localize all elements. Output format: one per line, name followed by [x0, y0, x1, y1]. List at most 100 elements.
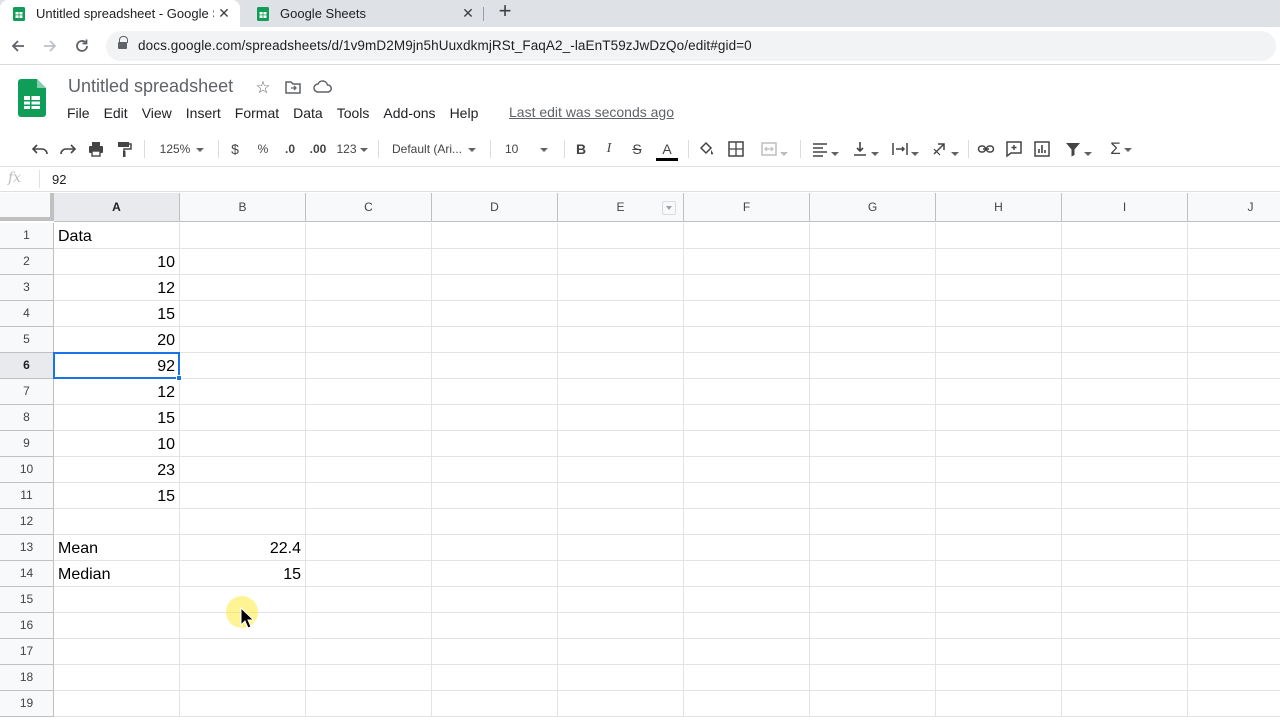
filter-icon[interactable]	[1058, 137, 1098, 161]
cell-g11[interactable]	[810, 483, 936, 509]
cell-j12[interactable]	[1188, 509, 1280, 535]
cell-d9[interactable]	[432, 431, 558, 457]
cell-f14[interactable]	[684, 561, 810, 587]
increase-decimal-button[interactable]: .00	[306, 137, 330, 161]
document-title[interactable]: Untitled spreadsheet	[68, 76, 233, 97]
cell-i12[interactable]	[1062, 509, 1188, 535]
cell-d11[interactable]	[432, 483, 558, 509]
row-header-16[interactable]: 16	[0, 613, 54, 639]
cell-f9[interactable]	[684, 431, 810, 457]
cell-i9[interactable]	[1062, 431, 1188, 457]
cell-g8[interactable]	[810, 405, 936, 431]
column-header-d[interactable]: D	[432, 193, 558, 222]
cell-a5[interactable]: 20	[54, 327, 180, 353]
cell-c7[interactable]	[306, 379, 432, 405]
cell-b13[interactable]: 22.4	[180, 535, 306, 561]
star-icon[interactable]: ☆	[253, 78, 273, 98]
row-header-15[interactable]: 15	[0, 587, 54, 613]
cell-c19[interactable]	[306, 691, 432, 717]
cell-g18[interactable]	[810, 665, 936, 691]
cell-h16[interactable]	[936, 613, 1062, 639]
cell-g17[interactable]	[810, 639, 936, 665]
cell-c12[interactable]	[306, 509, 432, 535]
merge-cells-icon[interactable]	[754, 137, 794, 161]
cell-f2[interactable]	[684, 249, 810, 275]
cell-j3[interactable]	[1188, 275, 1280, 301]
column-header-c[interactable]: C	[306, 193, 432, 222]
cell-i10[interactable]	[1062, 457, 1188, 483]
cell-j14[interactable]	[1188, 561, 1280, 587]
sheet-grid[interactable]: A B C D E F G H I J 1 Data 2 10 3 12 4 15 5 20 6 92 7 12 8 15 9 10 1…	[0, 193, 1280, 720]
vertical-align-icon[interactable]	[846, 137, 884, 161]
cell-b9[interactable]	[180, 431, 306, 457]
cell-e17[interactable]	[558, 639, 684, 665]
cell-j8[interactable]	[1188, 405, 1280, 431]
cell-i3[interactable]	[1062, 275, 1188, 301]
cell-e7[interactable]	[558, 379, 684, 405]
cell-a13[interactable]: Mean	[54, 535, 180, 561]
cell-i18[interactable]	[1062, 665, 1188, 691]
cell-b12[interactable]	[180, 509, 306, 535]
cell-e5[interactable]	[558, 327, 684, 353]
cell-g9[interactable]	[810, 431, 936, 457]
cell-b5[interactable]	[180, 327, 306, 353]
font-size-select[interactable]: 10	[500, 137, 558, 161]
cell-h18[interactable]	[936, 665, 1062, 691]
menu-data[interactable]: Data	[286, 103, 330, 123]
cell-h19[interactable]	[936, 691, 1062, 717]
menu-view[interactable]: View	[135, 103, 179, 123]
column-menu-icon[interactable]	[662, 201, 676, 215]
format-percent-button[interactable]: %	[252, 137, 274, 161]
cell-i8[interactable]	[1062, 405, 1188, 431]
cell-b3[interactable]	[180, 275, 306, 301]
cell-h15[interactable]	[936, 587, 1062, 613]
column-header-h[interactable]: H	[936, 193, 1062, 222]
cell-c5[interactable]	[306, 327, 432, 353]
cell-g15[interactable]	[810, 587, 936, 613]
cell-d1[interactable]	[432, 223, 558, 249]
cell-i6[interactable]	[1062, 353, 1188, 379]
cell-a19[interactable]	[54, 691, 180, 717]
cell-i7[interactable]	[1062, 379, 1188, 405]
cell-b2[interactable]	[180, 249, 306, 275]
cell-i11[interactable]	[1062, 483, 1188, 509]
insert-comment-icon[interactable]	[1002, 137, 1026, 161]
cell-g1[interactable]	[810, 223, 936, 249]
cell-i4[interactable]	[1062, 301, 1188, 327]
forward-arrow-icon[interactable]	[40, 36, 60, 56]
reload-icon[interactable]	[72, 36, 92, 56]
cell-h8[interactable]	[936, 405, 1062, 431]
cell-d16[interactable]	[432, 613, 558, 639]
cell-f7[interactable]	[684, 379, 810, 405]
cell-j16[interactable]	[1188, 613, 1280, 639]
cell-a6[interactable]: 92	[54, 353, 180, 379]
insert-chart-icon[interactable]	[1030, 137, 1054, 161]
cell-g12[interactable]	[810, 509, 936, 535]
cell-c15[interactable]	[306, 587, 432, 613]
cell-e19[interactable]	[558, 691, 684, 717]
cell-a3[interactable]: 12	[54, 275, 180, 301]
cell-b19[interactable]	[180, 691, 306, 717]
cell-f5[interactable]	[684, 327, 810, 353]
cell-g2[interactable]	[810, 249, 936, 275]
cell-h2[interactable]	[936, 249, 1062, 275]
cell-h13[interactable]	[936, 535, 1062, 561]
cell-j17[interactable]	[1188, 639, 1280, 665]
cell-j13[interactable]	[1188, 535, 1280, 561]
cell-j10[interactable]	[1188, 457, 1280, 483]
close-tab-icon[interactable]: ✕	[216, 5, 232, 21]
row-header-7[interactable]: 7	[0, 379, 54, 405]
cell-j2[interactable]	[1188, 249, 1280, 275]
format-currency-button[interactable]: $	[224, 137, 246, 161]
cell-f10[interactable]	[684, 457, 810, 483]
close-tab-icon[interactable]: ✕	[460, 5, 476, 21]
cell-c9[interactable]	[306, 431, 432, 457]
cell-b4[interactable]	[180, 301, 306, 327]
sheets-logo-icon[interactable]	[18, 79, 46, 117]
cell-e15[interactable]	[558, 587, 684, 613]
row-header-3[interactable]: 3	[0, 275, 54, 301]
cell-c18[interactable]	[306, 665, 432, 691]
column-header-b[interactable]: B	[180, 193, 306, 222]
redo-icon[interactable]	[56, 137, 80, 161]
column-header-j[interactable]: J	[1188, 193, 1280, 222]
